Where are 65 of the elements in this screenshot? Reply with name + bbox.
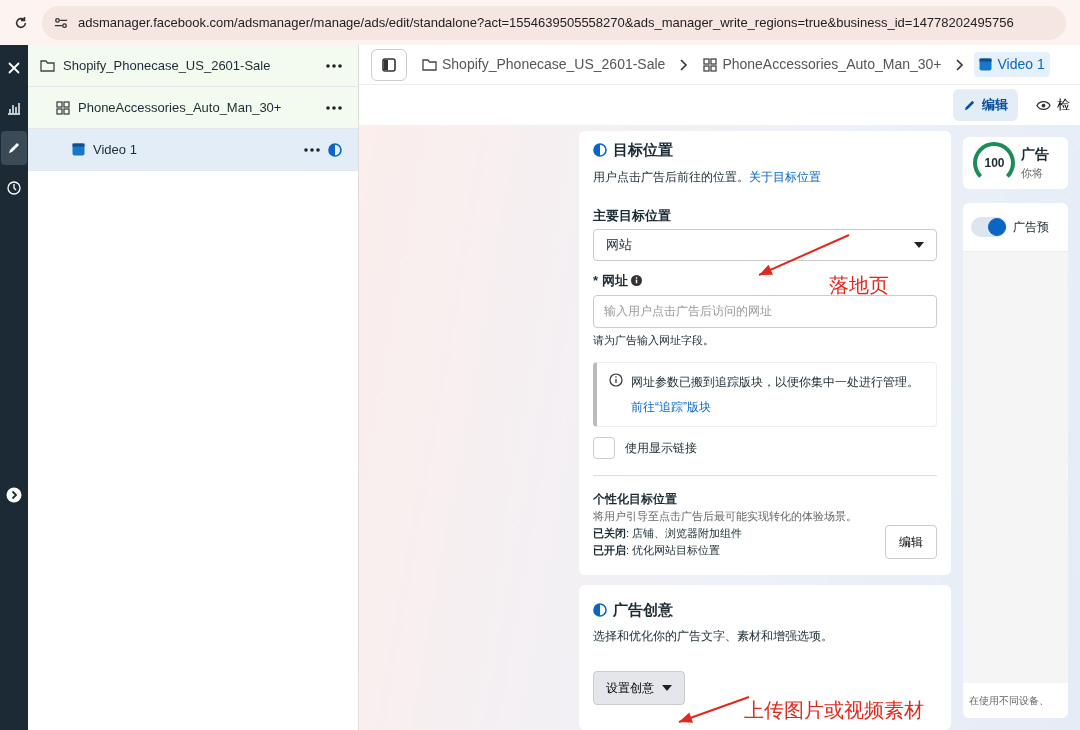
bar-chart-icon [7,101,21,115]
tree-item[interactable]: Shopify_Phonecase_US_2601-Sale [28,45,358,87]
address-bar[interactable]: adsmanager.facebook.com/adsmanager/manage/ads/edit/standalone?act=1554639505558270&ads_manager_write_regions=true&business_id=14778202495756 [42,5,1066,40]
panel-toggle-button[interactable] [371,48,407,81]
more-options-icon [326,105,342,110]
checkbox[interactable] [593,437,615,459]
clock-icon [7,181,21,195]
half-circle-icon [328,142,342,157]
card-title: 广告 [1021,145,1050,165]
toggle-label: 广告预 [1013,219,1050,236]
help-link[interactable]: 关于目标位置 [749,169,821,184]
info-icon [630,275,642,287]
description-text: 选择和优化你的广告文字、素材和增强选项。 [593,628,834,645]
description-text: 用户点击广告后前往的位置。 [593,169,749,184]
destination-dropdown[interactable]: 网站 [593,229,938,261]
chevron-right-icon [956,58,965,71]
card-subtitle: 你将 [1021,166,1045,182]
chevron-right-icon [680,58,689,71]
description-text: 将用户引导至点击广告后最可能实现转化的体验场景。 [593,509,858,524]
pencil-icon [963,98,976,112]
field-label: * 网址 [593,272,628,290]
folder-icon [422,58,437,71]
ad-frame-icon [72,143,85,156]
more-options-icon [304,147,320,152]
info-icon [609,373,623,387]
eye-icon [1036,99,1051,111]
reload-icon[interactable] [14,15,28,30]
edit-button[interactable]: 编辑 [885,524,938,559]
checkbox-label: 使用显示链接 [625,440,697,457]
section-title: 目标位置 [613,140,673,160]
grid-icon [56,100,70,115]
caret-icon [662,685,672,691]
folder-icon [40,59,55,72]
grid-icon [703,57,718,72]
breadcrumb-link[interactable]: PhoneAccessories_Auto_Man_30+ [698,52,947,77]
site-settings-icon[interactable] [54,15,68,30]
half-circle-icon [593,602,607,617]
url-input-field[interactable]: 输入用户点击广告后访问的网址 [593,294,938,328]
tracking-link[interactable]: 前往“追踪”版块 [631,397,711,416]
sidebar-panel-icon [382,57,396,72]
tree-item[interactable]: Video 1 [28,129,358,171]
notice-text: 网址参数已搬到追踪版块，以便你集中一处进行管理。 [631,374,919,391]
breadcrumb-link[interactable]: Shopify_Phonecase_US_2601-Sale [417,52,671,77]
ad-frame-icon [979,58,993,71]
close-icon [7,61,21,75]
subsection-title: 个性化目标位置 [593,475,938,508]
edit-tab[interactable]: 编辑 [953,89,1018,121]
half-circle-icon [593,143,607,158]
helper-text: 请为广告输入网址字段。 [593,332,715,348]
review-tab[interactable]: 检 [1026,89,1080,121]
more-options-icon [326,63,342,68]
status-text: 已开启: 优化网站目标位置 [593,542,722,558]
status-text: 已关闭: 店铺、浏览器附加组件 [593,526,743,541]
field-label: 主要目标位置 [593,206,672,225]
pencil-icon [7,141,21,155]
annotation-text: 上传图片或视频素材 [744,697,924,724]
breadcrumb-link[interactable]: Video 1 [974,52,1050,77]
tree-item[interactable]: PhoneAccessories_Auto_Man_30+ [28,87,358,129]
expand-chevron-icon [6,487,22,503]
setup-creative-button[interactable]: 设置创意 [593,671,685,705]
footer-text: 在使用不同设备、 [968,694,1051,708]
toggle-switch[interactable] [971,217,1008,237]
caret-icon [914,242,925,248]
url-text: adsmanager.facebook.com/adsmanager/manage/ads/edit/standalone?act=1554639505558270&ads_manager_write_regions=true&business_id=14778202495756 [78,13,1014,32]
section-title: 广告创意 [613,599,673,620]
